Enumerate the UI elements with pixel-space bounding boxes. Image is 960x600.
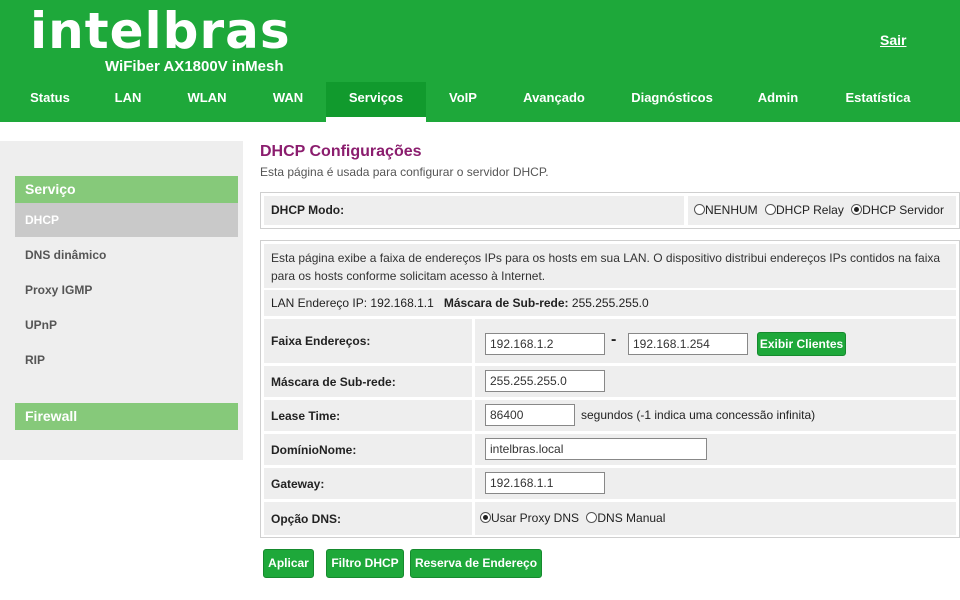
lan-mask-label: Máscara de Sub-rede: bbox=[443, 296, 569, 310]
sidebar-item-proxy-igmp[interactable]: Proxy IGMP bbox=[15, 273, 238, 307]
dns-option-value: Usar Proxy DNS DNS Manual bbox=[475, 502, 956, 535]
sidebar-item-upnp[interactable]: UPnP bbox=[15, 308, 238, 342]
main-nav: Status LAN WLAN WAN Serviços VoIP Avança… bbox=[0, 82, 960, 122]
radio-icon[interactable] bbox=[765, 204, 777, 215]
logout-link[interactable]: Sair bbox=[880, 32, 906, 48]
row-lease-time: Lease Time: segundos (-1 indica uma conc… bbox=[264, 400, 956, 431]
nav-wlan[interactable]: WLAN bbox=[172, 82, 242, 122]
gateway-input[interactable] bbox=[485, 472, 605, 494]
domain-name-input[interactable] bbox=[485, 438, 707, 460]
dns-option-manual[interactable]: DNS Manual bbox=[586, 502, 665, 535]
lan-ip-label: LAN Endereço IP: bbox=[271, 296, 368, 310]
radio-icon[interactable] bbox=[586, 512, 598, 523]
dhcp-mode-options: NENHUM DHCP Relay DHCP Servidor bbox=[688, 196, 956, 225]
address-reservation-button[interactable]: Reserva de Endereço bbox=[410, 549, 542, 578]
page-title: DHCP Configurações bbox=[260, 143, 422, 160]
sidebar-category-firewall[interactable]: Firewall bbox=[15, 403, 238, 430]
radio-selected-icon[interactable] bbox=[480, 512, 491, 523]
subnet-mask-label: Máscara de Sub-rede: bbox=[264, 366, 472, 397]
sidebar: Serviço DHCP DNS dinâmico Proxy IGMP UPn… bbox=[0, 141, 243, 460]
address-range-label: Faixa Endereços: bbox=[264, 319, 472, 363]
dns-option-proxy[interactable]: Usar Proxy DNS bbox=[480, 502, 579, 535]
sidebar-item-dhcp[interactable]: DHCP bbox=[15, 203, 238, 237]
nav-status[interactable]: Status bbox=[14, 82, 86, 122]
nav-wan[interactable]: WAN bbox=[258, 82, 318, 122]
mode-option-servidor[interactable]: DHCP Servidor bbox=[851, 196, 944, 225]
page-description: Esta página é usada para configurar o se… bbox=[260, 165, 549, 179]
info-text: Esta página exibe a faixa de endereços I… bbox=[264, 244, 956, 288]
nav-diagnosticos[interactable]: Diagnósticos bbox=[620, 82, 724, 122]
lease-time-label: Lease Time: bbox=[264, 400, 472, 431]
domain-name-label: DomínioNome: bbox=[264, 434, 472, 465]
info-line-2: para os hosts conforme solicitam acesso … bbox=[271, 269, 546, 283]
dhcp-filter-button[interactable]: Filtro DHCP bbox=[326, 549, 404, 578]
row-subnet-mask: Máscara de Sub-rede: bbox=[264, 366, 956, 397]
range-start-input[interactable] bbox=[485, 333, 605, 355]
dhcp-mode-label: DHCP Modo: bbox=[264, 196, 684, 225]
row-address-range: Faixa Endereços: - Exibir Clientes bbox=[264, 319, 956, 363]
row-gateway: Gateway: bbox=[264, 468, 956, 499]
address-range-value: - Exibir Clientes bbox=[475, 319, 956, 363]
dhcp-mode-panel: DHCP Modo: NENHUM DHCP Relay DHCP Servid… bbox=[260, 192, 960, 229]
subnet-mask-value bbox=[475, 366, 956, 397]
nav-servicos[interactable]: Serviços bbox=[326, 82, 426, 122]
nav-voip[interactable]: VoIP bbox=[436, 82, 490, 122]
range-end-input[interactable] bbox=[628, 333, 748, 355]
row-dns-option: Opção DNS: Usar Proxy DNS DNS Manual bbox=[264, 502, 956, 535]
dhcp-server-panel: Esta página exibe a faixa de endereços I… bbox=[260, 240, 960, 538]
nav-avancado[interactable]: Avançado bbox=[510, 82, 598, 122]
lease-time-input[interactable] bbox=[485, 404, 575, 426]
mode-option-nenhum[interactable]: NENHUM bbox=[694, 196, 758, 225]
gateway-label: Gateway: bbox=[264, 468, 472, 499]
nav-lan[interactable]: LAN bbox=[98, 82, 158, 122]
sidebar-item-dns-dinamico[interactable]: DNS dinâmico bbox=[15, 238, 238, 272]
header-bar: intelbras WiFiber AX1800V inMesh Sair St… bbox=[0, 0, 960, 122]
sidebar-category-servico[interactable]: Serviço bbox=[15, 176, 238, 203]
radio-selected-icon[interactable] bbox=[851, 204, 863, 215]
lease-time-hint: segundos (-1 indica uma concessão infini… bbox=[581, 408, 816, 422]
sidebar-item-rip[interactable]: RIP bbox=[15, 343, 238, 377]
brand-logo: intelbras bbox=[30, 2, 291, 60]
lan-info-line: LAN Endereço IP: 192.168.1.1 Máscara de … bbox=[264, 290, 956, 316]
lan-ip-value: 192.168.1.1 bbox=[370, 296, 434, 310]
lease-time-value: segundos (-1 indica uma concessão infini… bbox=[475, 400, 956, 431]
apply-button[interactable]: Aplicar bbox=[263, 549, 314, 578]
show-clients-button[interactable]: Exibir Clientes bbox=[757, 332, 846, 356]
range-separator: - bbox=[611, 331, 617, 348]
nav-estatistica[interactable]: Estatística bbox=[834, 82, 922, 122]
row-domain-name: DomínioNome: bbox=[264, 434, 956, 465]
radio-icon[interactable] bbox=[694, 204, 705, 215]
gateway-value bbox=[475, 468, 956, 499]
device-model: WiFiber AX1800V inMesh bbox=[105, 58, 284, 75]
dns-option-label: Opção DNS: bbox=[264, 502, 472, 535]
nav-admin[interactable]: Admin bbox=[748, 82, 808, 122]
subnet-mask-input[interactable] bbox=[485, 370, 605, 392]
domain-name-value bbox=[475, 434, 956, 465]
lan-mask-value: 255.255.255.0 bbox=[571, 296, 649, 310]
info-line-1: Esta página exibe a faixa de endereços I… bbox=[271, 251, 941, 265]
mode-option-relay[interactable]: DHCP Relay bbox=[765, 196, 844, 225]
